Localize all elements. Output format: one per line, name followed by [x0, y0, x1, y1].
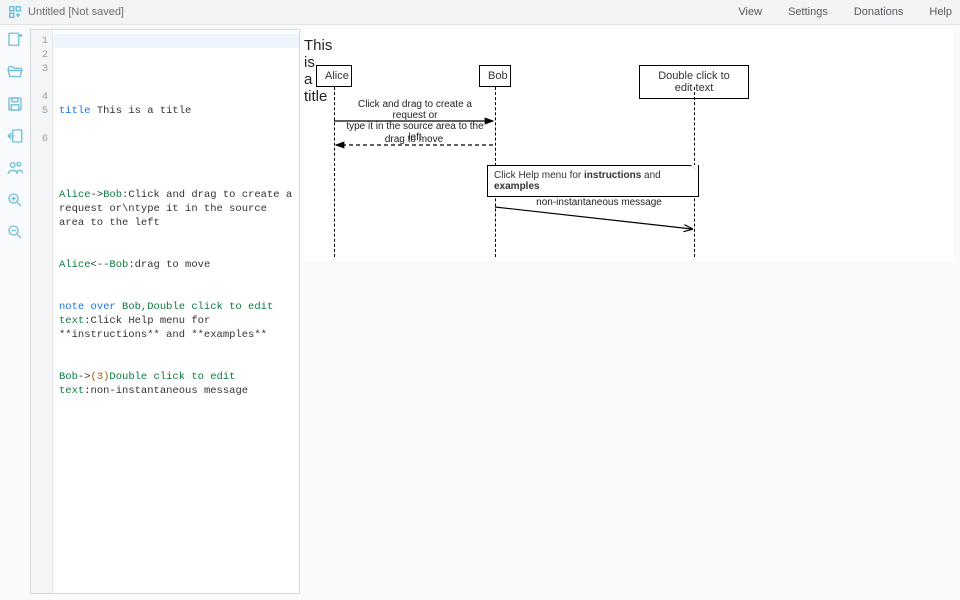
- save-file-icon[interactable]: [6, 95, 24, 113]
- participant-name: Alice: [59, 259, 91, 271]
- code-duration: (3): [91, 371, 110, 383]
- topbar: Untitled [Not saved] View Settings Donat…: [0, 0, 960, 25]
- menu-settings[interactable]: Settings: [788, 6, 828, 18]
- participant-name: Bob: [109, 259, 128, 271]
- zoom-out-icon[interactable]: [6, 223, 24, 241]
- line-number: 6: [31, 132, 48, 160]
- message-label[interactable]: non-instantaneous message: [524, 197, 674, 208]
- menu-view[interactable]: View: [738, 6, 762, 18]
- new-file-icon[interactable]: [6, 31, 24, 49]
- open-file-icon[interactable]: [6, 63, 24, 81]
- menu-donations[interactable]: Donations: [854, 6, 904, 18]
- line-number: 2: [31, 48, 48, 62]
- note-box[interactable]: Click Help menu for instructions and exa…: [487, 165, 699, 197]
- export-icon[interactable]: [6, 127, 24, 145]
- kw-title: title: [59, 105, 91, 117]
- app-logo-icon: [8, 5, 22, 19]
- zoom-in-icon[interactable]: [6, 191, 24, 209]
- code-text: <--: [91, 259, 110, 271]
- code-text: :non-instantaneous message: [84, 385, 248, 397]
- code-text: :Click Help menu for **instructions** an…: [59, 315, 267, 341]
- code-text: ->: [78, 371, 91, 383]
- active-line-highlight: [53, 34, 299, 48]
- line-number: 1: [31, 34, 48, 48]
- diagram-canvas[interactable]: This is a title Alice Bob Double click t…: [304, 29, 954, 261]
- line-number: 4: [31, 90, 48, 104]
- message-label[interactable]: drag to move: [374, 134, 454, 145]
- kw-note: note over: [59, 301, 122, 313]
- participant-name: Alice: [59, 189, 91, 201]
- line-number: 5: [31, 104, 48, 132]
- content-split: 1 2 3 4 5 6 title This is a title Alice-…: [30, 25, 960, 600]
- menu-help[interactable]: Help: [929, 6, 952, 18]
- participant-name: Bob: [103, 189, 122, 201]
- editor-code-area[interactable]: title This is a title Alice->Bob:Click a…: [53, 30, 299, 593]
- code-text: ->: [91, 189, 104, 201]
- main-area: 1 2 3 4 5 6 title This is a title Alice-…: [0, 25, 960, 600]
- diagram-arrows: [304, 29, 754, 259]
- participant-name: Bob: [59, 371, 78, 383]
- line-number: 3: [31, 62, 48, 90]
- tool-sidebar: [0, 25, 30, 600]
- note-fold-inner-icon: [691, 165, 698, 172]
- participants-icon[interactable]: [6, 159, 24, 177]
- editor-gutter: 1 2 3 4 5 6: [31, 30, 53, 593]
- code-text: This is a title: [91, 105, 192, 117]
- code-text: :drag to move: [128, 259, 210, 271]
- document-title: Untitled [Not saved]: [28, 6, 124, 18]
- code-editor[interactable]: 1 2 3 4 5 6 title This is a title Alice-…: [30, 29, 300, 594]
